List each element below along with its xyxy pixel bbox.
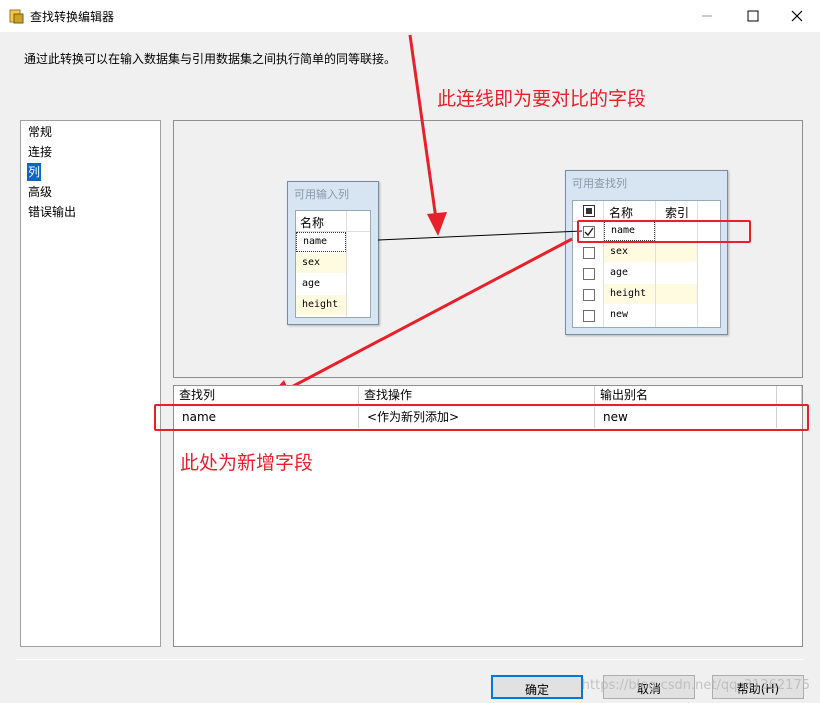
input-column-row[interactable]: sex bbox=[296, 253, 346, 273]
maximize-button[interactable] bbox=[730, 0, 776, 32]
lookup-columns-box[interactable]: 可用查找列 名称 索引 name sex age height new bbox=[565, 170, 728, 335]
lookup-header-name: 名称 bbox=[609, 206, 634, 220]
window-title: 查找转换编辑器 bbox=[30, 10, 115, 24]
input-columns-box[interactable]: 可用输入列 名称 name sex age height bbox=[287, 181, 379, 325]
input-column-row[interactable]: height bbox=[296, 295, 346, 315]
lookup-checkbox[interactable] bbox=[583, 268, 595, 280]
grid-header-filler bbox=[777, 386, 802, 405]
mapping-canvas: 可用输入列 名称 name sex age height 可用查找列 名称 索引 bbox=[173, 120, 803, 378]
input-column-row[interactable]: age bbox=[296, 274, 346, 294]
minimize-icon bbox=[702, 15, 712, 17]
highlight-box-grid-row bbox=[154, 404, 809, 431]
description-text: 通过此转换可以在输入数据集与引用数据集之间执行简单的同等联接。 bbox=[24, 52, 397, 66]
nav-item-connection[interactable]: 连接 bbox=[27, 143, 53, 161]
close-icon bbox=[791, 10, 803, 22]
nav-list: 常规 连接 列 高级 错误输出 bbox=[20, 120, 161, 647]
grid-header-lookup-operation[interactable]: 查找操作 bbox=[359, 386, 595, 405]
watermark: https://blog.csdn.net/qq_31362175 bbox=[581, 678, 810, 693]
minimize-button[interactable] bbox=[684, 0, 730, 32]
nav-item-columns[interactable]: 列 bbox=[27, 163, 42, 181]
ok-button[interactable]: 确定 bbox=[491, 675, 583, 699]
lookup-checkbox[interactable] bbox=[583, 289, 595, 301]
lookup-column-row[interactable]: age bbox=[604, 263, 655, 283]
input-columns-header: 名称 bbox=[300, 216, 325, 230]
grid-header-lookup-column[interactable]: 查找列 bbox=[174, 386, 359, 405]
lookup-checkbox[interactable] bbox=[583, 310, 595, 322]
input-columns-table: 名称 name sex age height bbox=[295, 210, 371, 318]
nav-item-error-output[interactable]: 错误输出 bbox=[27, 203, 77, 221]
lookup-columns-title: 可用查找列 bbox=[572, 177, 627, 190]
lookup-column-row[interactable]: height bbox=[604, 284, 655, 304]
close-button[interactable] bbox=[774, 0, 820, 32]
lookup-column-row[interactable]: new bbox=[604, 305, 655, 325]
app-icon bbox=[9, 9, 24, 24]
nav-item-general[interactable]: 常规 bbox=[27, 123, 53, 141]
input-column-row[interactable]: name bbox=[296, 232, 346, 252]
lookup-header-index: 索引 bbox=[665, 206, 690, 220]
lookup-checkbox[interactable] bbox=[583, 247, 595, 259]
annotation-bottom: 此处为新增字段 bbox=[180, 452, 314, 474]
highlight-box-lookup bbox=[577, 220, 751, 243]
nav-item-advanced[interactable]: 高级 bbox=[27, 183, 53, 201]
select-all-checkbox[interactable] bbox=[583, 205, 595, 217]
annotation-top: 此连线即为要对比的字段 bbox=[437, 88, 647, 110]
maximize-icon bbox=[747, 10, 759, 22]
footer-separator bbox=[16, 659, 804, 660]
grid-header-output-alias[interactable]: 输出别名 bbox=[595, 386, 777, 405]
lookup-column-row[interactable]: sex bbox=[604, 242, 655, 262]
input-columns-title: 可用输入列 bbox=[294, 188, 349, 201]
